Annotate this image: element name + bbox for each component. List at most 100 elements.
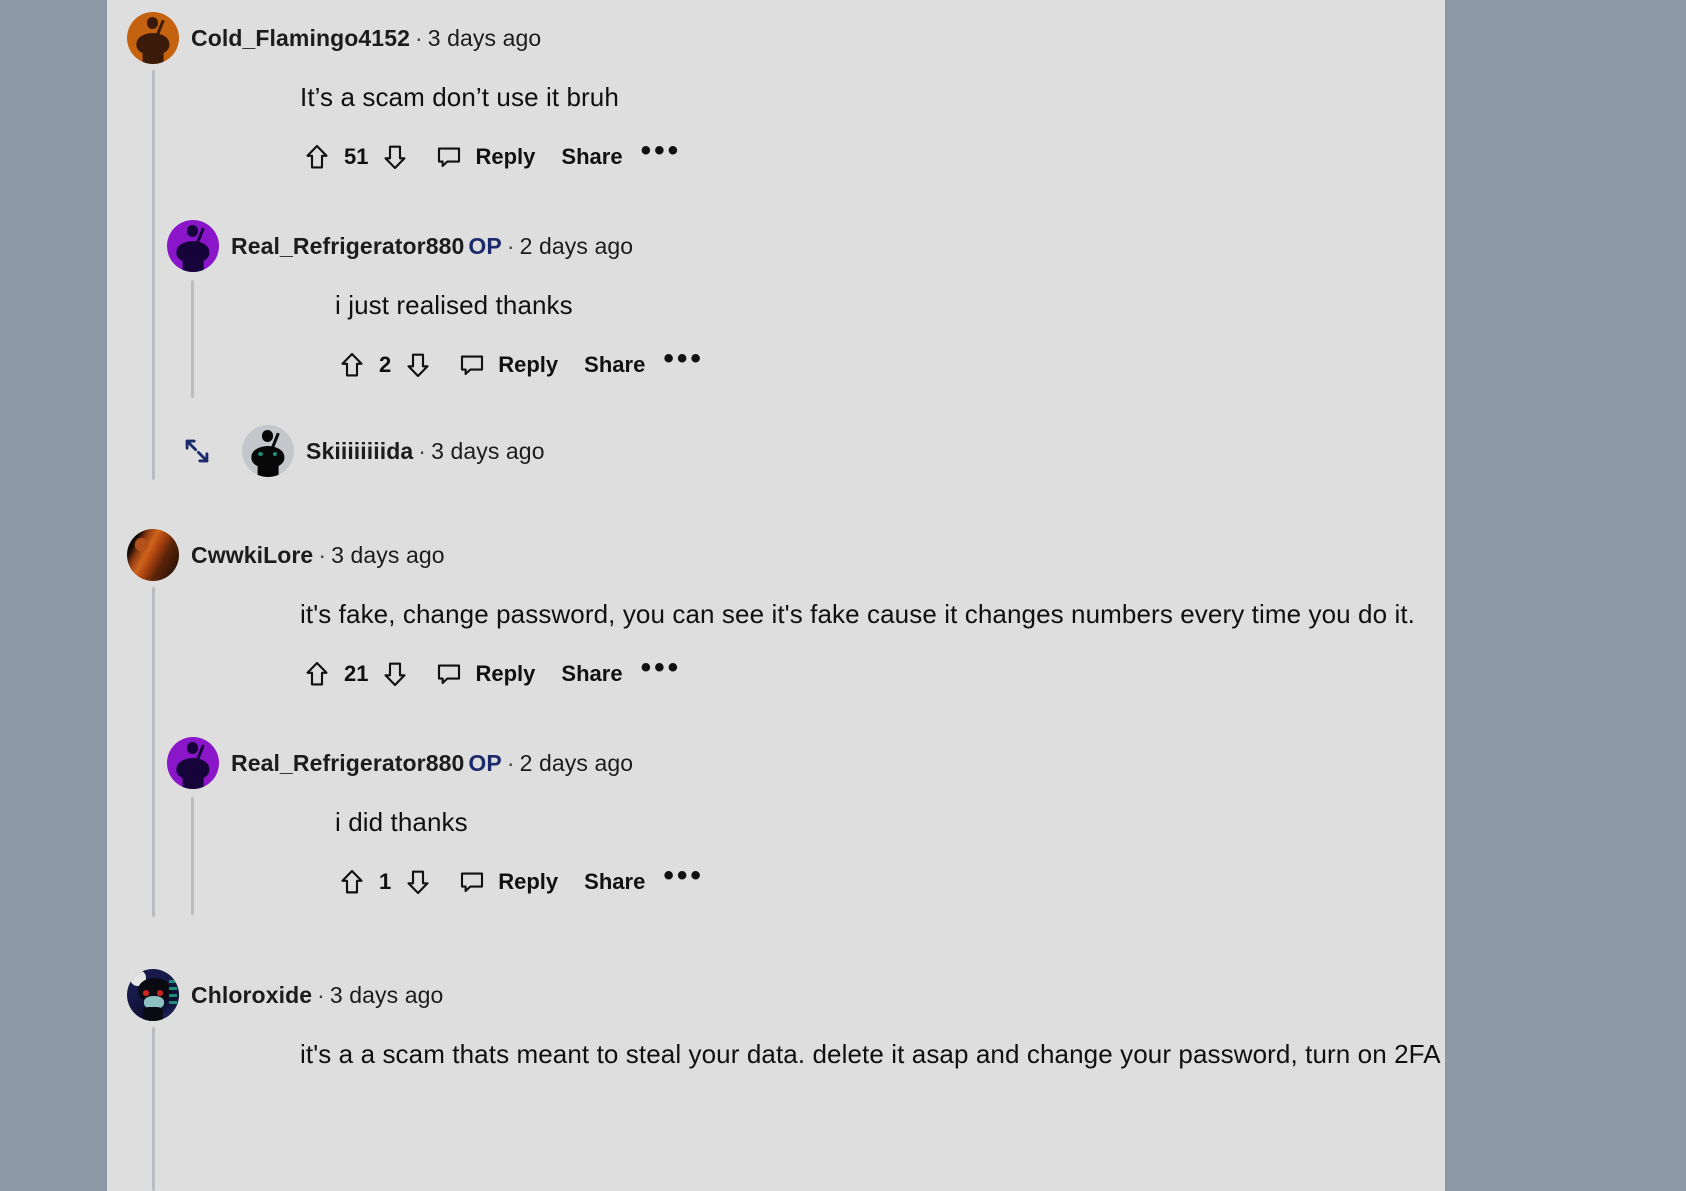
comment-bubble-icon[interactable]	[429, 654, 469, 694]
reply-button[interactable]: Reply	[469, 144, 541, 170]
vote-count: 2	[379, 352, 392, 377]
screen: Cold_Flamingo4152 · 3 days ago It’s a scam…	[0, 0, 1686, 1191]
avatar[interactable]	[167, 737, 219, 789]
snoo-eye-left	[143, 989, 150, 996]
comment-header[interactable]: Cold_Flamingo4152 · 3 days ago	[127, 12, 541, 64]
timestamp: 2 days ago	[519, 749, 634, 776]
comment-meta: Chloroxide · 3 days ago	[191, 982, 443, 1009]
op-badge: OP	[468, 749, 502, 776]
vote-group: 51	[297, 137, 415, 177]
separator: ·	[318, 541, 327, 568]
upvote-button[interactable]	[332, 345, 372, 385]
upvote-button[interactable]	[297, 137, 337, 177]
separator: ·	[317, 981, 325, 1008]
comment-header[interactable]: Chloroxide · 3 days ago	[127, 969, 443, 1021]
comment-meta: Skiiiiiiiida · 3 days ago	[306, 438, 545, 465]
avatar[interactable]	[127, 12, 179, 64]
comment-meta: Cold_Flamingo4152 · 3 days ago	[191, 25, 541, 52]
comment-meta: Real_Refrigerator880 OP · 2 days ago	[231, 750, 633, 777]
separator: ·	[418, 437, 427, 464]
snoo-body	[182, 771, 204, 789]
comment-body: it's fake, change password, you can see …	[300, 599, 1415, 629]
reply-button[interactable]: Reply	[492, 352, 564, 378]
share-button[interactable]: Share	[555, 661, 628, 687]
comment-body: i just realised thanks	[335, 290, 573, 320]
vote-count: 51	[344, 144, 369, 169]
upvote-button[interactable]	[297, 654, 337, 694]
thread-line[interactable]	[152, 587, 155, 917]
share-button[interactable]: Share	[578, 869, 651, 895]
thread-line[interactable]	[191, 797, 194, 915]
snoo-body	[182, 254, 204, 272]
comment-header[interactable]: Real_Refrigerator880 OP · 2 days ago	[167, 220, 633, 272]
vote-count: 21	[344, 661, 369, 686]
username[interactable]: Skiiiiiiiida	[306, 438, 413, 464]
snoo-eye-right	[156, 989, 163, 996]
username[interactable]: CwwkiLore	[191, 542, 313, 568]
upvote-button[interactable]	[332, 862, 372, 902]
reply-button[interactable]: Reply	[469, 661, 541, 687]
binary-code-icon	[168, 980, 177, 1008]
snoo-body	[257, 459, 279, 477]
separator: ·	[506, 749, 515, 776]
comment-bubble-icon[interactable]	[452, 345, 492, 385]
vote-group: 21	[297, 654, 415, 694]
comment-header[interactable]: Skiiiiiiiida · 3 days ago	[180, 425, 545, 477]
separator: ·	[414, 24, 423, 51]
comments-panel: Cold_Flamingo4152 · 3 days ago It’s a scam…	[107, 0, 1445, 1191]
more-options-button[interactable]: •••	[651, 861, 714, 893]
timestamp: 2 days ago	[519, 232, 634, 259]
separator: ·	[506, 232, 515, 259]
timestamp: 3 days ago	[431, 437, 545, 464]
downvote-button[interactable]	[375, 137, 415, 177]
snoo-eye-left	[258, 452, 263, 457]
username[interactable]: Chloroxide	[191, 982, 312, 1008]
comment-header[interactable]: CwwkiLore · 3 days ago	[127, 529, 445, 581]
comment-body: It’s a scam don’t use it bruh	[300, 82, 619, 112]
comment-header[interactable]: Real_Refrigerator880 OP · 2 days ago	[167, 737, 633, 789]
vote-group: 2	[332, 345, 438, 385]
downvote-button[interactable]	[398, 345, 438, 385]
username[interactable]: Real_Refrigerator880	[231, 233, 464, 259]
downvote-button[interactable]	[375, 654, 415, 694]
snoo-body	[142, 46, 164, 64]
timestamp: 3 days ago	[329, 981, 444, 1008]
more-options-button[interactable]: •••	[651, 344, 714, 376]
comment-body: it's a a scam thats meant to steal your …	[300, 1039, 1441, 1069]
thread-line[interactable]	[152, 1027, 155, 1191]
avatar[interactable]	[127, 969, 179, 1021]
vote-count: 1	[379, 869, 392, 894]
comment-bubble-icon[interactable]	[429, 137, 469, 177]
share-button[interactable]: Share	[578, 352, 651, 378]
op-badge: OP	[468, 232, 502, 259]
snoo-body	[142, 1007, 164, 1021]
thread-line[interactable]	[191, 280, 194, 398]
snoo-antenna-bulb	[146, 17, 159, 29]
avatar[interactable]	[127, 529, 179, 581]
comment-meta: Real_Refrigerator880 OP · 2 days ago	[231, 233, 633, 260]
comment-actions: 2 Reply Share •••	[332, 343, 714, 387]
thread-line[interactable]	[152, 70, 155, 480]
comment-actions: 1 Reply Share •••	[332, 860, 714, 904]
expand-comment-icon[interactable]	[180, 434, 214, 468]
username[interactable]: Real_Refrigerator880	[231, 750, 464, 776]
timestamp: 3 days ago	[331, 541, 445, 568]
comment-actions: 51 Reply Share •••	[297, 135, 691, 179]
reply-button[interactable]: Reply	[492, 869, 564, 895]
timestamp: 3 days ago	[427, 24, 542, 51]
snoo-antenna-bulb	[186, 742, 199, 754]
downvote-button[interactable]	[398, 862, 438, 902]
username[interactable]: Cold_Flamingo4152	[191, 25, 410, 51]
snoo-antenna-bulb	[261, 430, 274, 442]
more-options-button[interactable]: •••	[629, 136, 692, 168]
comment-bubble-icon[interactable]	[452, 862, 492, 902]
comment-meta: CwwkiLore · 3 days ago	[191, 542, 445, 569]
vote-group: 1	[332, 862, 438, 902]
comment-body: i did thanks	[335, 807, 468, 837]
avatar[interactable]	[242, 425, 294, 477]
share-button[interactable]: Share	[555, 144, 628, 170]
snoo-antenna-bulb	[186, 225, 199, 237]
more-options-button[interactable]: •••	[629, 653, 692, 685]
comment-actions: 21 Reply Share •••	[297, 652, 691, 696]
avatar[interactable]	[167, 220, 219, 272]
